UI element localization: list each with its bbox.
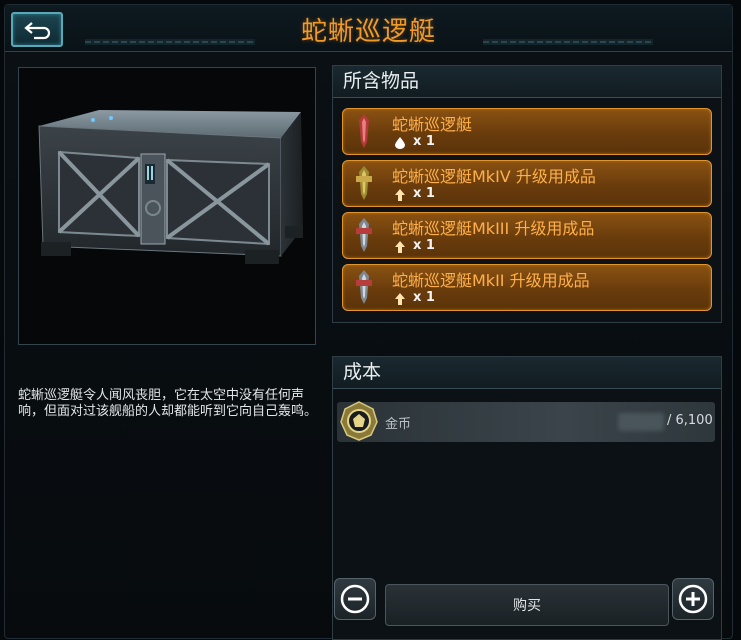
item-quantity: x 1 — [413, 134, 435, 149]
plus-icon — [678, 584, 708, 614]
item-quantity: x 1 — [413, 238, 435, 253]
decrease-button[interactable] — [334, 578, 376, 620]
content-item[interactable]: 蛇蜥巡逻艇MkIII 升级用成品 x 1 — [342, 212, 712, 259]
cost-value: / 6,100 — [667, 413, 713, 428]
item-description: 蛇蜥巡逻艇令人闻风丧胆，它在太空中没有任何声响，但面对过该舰船的人却都能听到它向… — [18, 388, 318, 419]
cost-title: 成本 — [333, 357, 721, 389]
gold-coin-icon — [340, 401, 378, 441]
currency-label: 金币 — [385, 417, 412, 432]
upgrade-arrow-icon — [395, 241, 405, 253]
item-name: 蛇蜥巡逻艇MkIV 升级用成品 — [392, 167, 596, 186]
item-dialog: 蛇蜥巡逻艇 蛇蜥巡逻艇令人闻风丧胆，它在太空中没有任何声响，但面对过该舰船的人却… — [4, 4, 733, 640]
item-preview — [18, 67, 316, 345]
ship-icon — [359, 114, 369, 148]
content-item[interactable]: 蛇蜥巡逻艇MkIV 升级用成品 x 1 — [342, 160, 712, 207]
item-name: 蛇蜥巡逻艇 — [392, 115, 473, 134]
content-item[interactable]: 蛇蜥巡逻艇 x 1 — [342, 108, 712, 155]
item-name: 蛇蜥巡逻艇MkIII 升级用成品 — [392, 219, 595, 238]
ship-upgrade-icon — [356, 218, 372, 252]
upgrade-arrow-icon — [395, 293, 405, 305]
water-drop-icon — [395, 137, 405, 149]
dialog-header: 蛇蜥巡逻艇 — [5, 5, 732, 52]
owned-amount-hidden — [618, 413, 664, 431]
header-decoration-left — [85, 39, 255, 45]
contents-panel: 所含物品 蛇蜥巡逻艇 x 1 蛇蜥巡逻艇MkIV 升级用成品 x 1 蛇蜥巡逻艇… — [332, 65, 722, 323]
item-name: 蛇蜥巡逻艇MkII 升级用成品 — [392, 271, 590, 290]
ship-upgrade-icon — [356, 166, 372, 200]
buy-button[interactable]: 购买 — [385, 584, 669, 626]
increase-button[interactable] — [672, 578, 714, 620]
crate-image — [38, 110, 303, 264]
contents-title: 所含物品 — [333, 66, 721, 98]
item-quantity: x 1 — [413, 186, 435, 201]
content-item[interactable]: 蛇蜥巡逻艇MkII 升级用成品 x 1 — [342, 264, 712, 311]
ship-upgrade-icon — [356, 270, 372, 304]
minus-icon — [340, 584, 370, 614]
upgrade-arrow-icon — [395, 189, 405, 201]
cost-row: 金币 / 6,100 — [337, 401, 715, 442]
item-quantity: x 1 — [413, 290, 435, 305]
header-decoration-right — [483, 39, 653, 45]
